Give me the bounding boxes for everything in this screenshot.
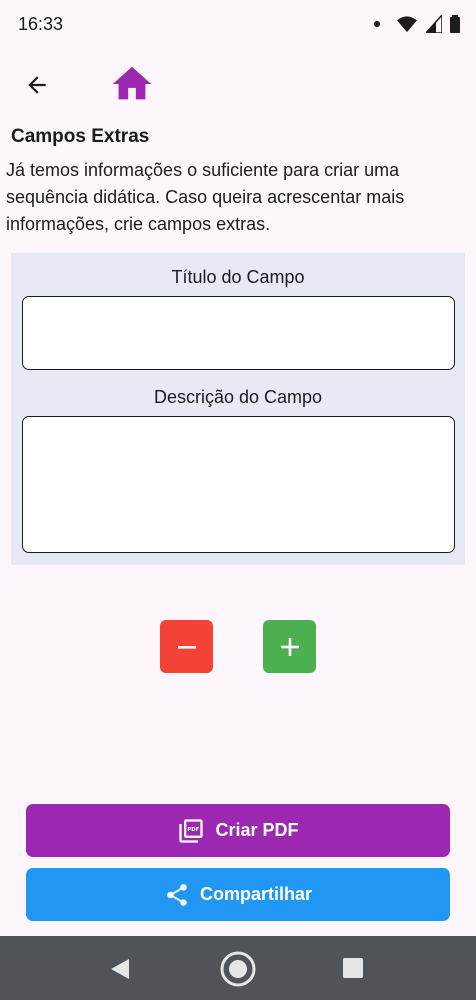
arrow-back-icon	[28, 76, 46, 94]
pdf-icon: PDF	[179, 818, 204, 843]
add-field-button[interactable]	[263, 620, 316, 673]
intro-text: Já temos informações o suficiente para c…	[6, 160, 405, 234]
share-icon	[167, 883, 187, 906]
share-label: Compartilhar	[199, 884, 313, 904]
nav-home-icon[interactable]	[219, 950, 257, 988]
signal-icon	[426, 15, 442, 33]
nav-recent-apps-icon[interactable]	[343, 958, 363, 978]
create-pdf-button[interactable]: PDF Criar PDF	[26, 804, 450, 857]
home-button[interactable]	[108, 62, 156, 106]
remove-field-button[interactable]	[160, 620, 213, 673]
field-title-input[interactable]	[22, 296, 455, 370]
share-button[interactable]: Compartilhar	[26, 868, 450, 921]
plus-icon	[280, 637, 299, 656]
create-pdf-label: Criar PDF	[215, 820, 299, 840]
field-description-label: Descrição do Campo	[153, 387, 323, 407]
field-title-label: Título do Campo	[171, 267, 305, 287]
minus-icon	[177, 645, 196, 649]
battery-icon	[450, 15, 460, 33]
field-description-input[interactable]	[22, 416, 455, 553]
wifi-icon	[397, 16, 417, 33]
status-icons	[374, 15, 460, 33]
svg-text:PDF: PDF	[188, 827, 200, 833]
back-button[interactable]	[22, 70, 52, 100]
notification-dot-icon	[374, 21, 380, 27]
top-app-bar	[0, 60, 476, 110]
status-time: 16:33	[18, 13, 64, 34]
page-title: Campos Extras	[11, 126, 150, 147]
system-nav-bar	[0, 936, 476, 1000]
nav-back-icon[interactable]	[109, 958, 131, 980]
home-icon	[112, 66, 152, 100]
status-bar: 16:33	[0, 0, 476, 48]
extra-field-card: Título do Campo Descrição do Campo	[11, 253, 465, 565]
